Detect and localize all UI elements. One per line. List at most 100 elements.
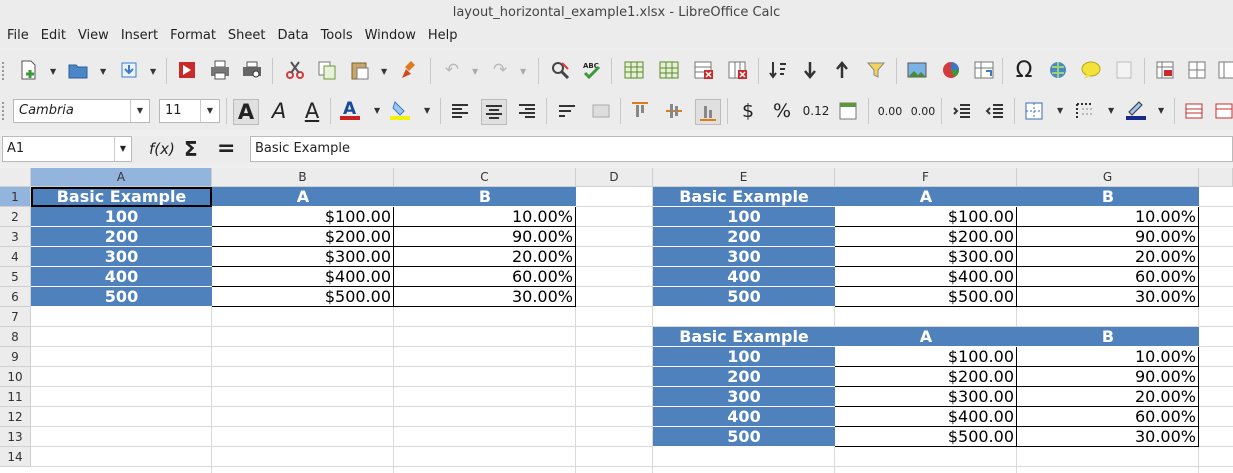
- menu-window[interactable]: Window: [359, 24, 422, 48]
- chevron-down-icon[interactable]: ▼: [130, 100, 149, 122]
- table1-cell[interactable]: $100.00: [212, 207, 394, 227]
- table2-cell[interactable]: $100.00: [835, 207, 1017, 227]
- row-header-5[interactable]: 5: [0, 267, 31, 287]
- table2-cell[interactable]: 30.00%: [1017, 287, 1199, 307]
- print-preview-icon[interactable]: [240, 58, 264, 82]
- open-folder-icon[interactable]: [66, 58, 90, 82]
- menu-help[interactable]: Help: [422, 24, 464, 48]
- table1-cell[interactable]: 10.00%: [394, 207, 576, 227]
- row-header-9[interactable]: 9: [0, 347, 31, 367]
- align-center-icon[interactable]: [481, 99, 507, 125]
- table3-cell[interactable]: 500: [653, 427, 835, 447]
- pivot-table-icon[interactable]: [972, 58, 996, 82]
- table2-header-cell[interactable]: B: [1017, 187, 1199, 207]
- cut-icon[interactable]: [283, 58, 307, 82]
- redo-icon[interactable]: ↷: [488, 58, 512, 82]
- border-style-dropdown-icon[interactable]: ▼: [1108, 106, 1114, 115]
- table2-cell[interactable]: $500.00: [835, 287, 1017, 307]
- table1-cell[interactable]: 90.00%: [394, 227, 576, 247]
- table3-header-cell[interactable]: B: [1017, 327, 1199, 347]
- table3-header-cell[interactable]: Basic Example: [653, 327, 835, 347]
- table3-cell[interactable]: 300: [653, 387, 835, 407]
- row-header-12[interactable]: 12: [0, 407, 31, 427]
- table3-cell[interactable]: $400.00: [835, 407, 1017, 427]
- row-header-11[interactable]: 11: [0, 387, 31, 407]
- sort-icon[interactable]: [766, 58, 790, 82]
- function-wizard-button[interactable]: f(x): [149, 138, 175, 160]
- increase-indent-icon[interactable]: [950, 99, 974, 123]
- table3-cell[interactable]: 200: [653, 367, 835, 387]
- column-header-b[interactable]: B: [212, 168, 394, 187]
- underline-icon[interactable]: A: [300, 99, 324, 123]
- chevron-down-icon[interactable]: ▼: [114, 137, 131, 161]
- number-format-button[interactable]: 0.12: [801, 99, 831, 123]
- center-vertically-icon[interactable]: [662, 99, 686, 123]
- table2-cell[interactable]: 500: [653, 287, 835, 307]
- table1-cell[interactable]: $400.00: [212, 267, 394, 287]
- table3-cell[interactable]: $100.00: [835, 347, 1017, 367]
- border-color-icon[interactable]: [1124, 97, 1148, 121]
- select-all-corner[interactable]: [0, 168, 31, 187]
- table2-cell[interactable]: 400: [653, 267, 835, 287]
- undo-dropdown-icon[interactable]: ▼: [472, 67, 478, 76]
- align-right-icon[interactable]: [515, 99, 539, 123]
- font-color-dropdown-icon[interactable]: ▼: [374, 106, 380, 115]
- row-header-14[interactable]: 14: [0, 447, 31, 467]
- save-icon[interactable]: [117, 58, 141, 82]
- table1-header-cell[interactable]: A: [212, 187, 394, 207]
- table1-cell[interactable]: $500.00: [212, 287, 394, 307]
- headers-footers-icon[interactable]: [1112, 58, 1136, 82]
- table2-cell[interactable]: $200.00: [835, 227, 1017, 247]
- export-pdf-icon[interactable]: [175, 58, 199, 82]
- table2-header-cell[interactable]: Basic Example: [653, 187, 835, 207]
- align-left-icon[interactable]: [448, 99, 472, 123]
- italic-icon[interactable]: A: [267, 99, 291, 123]
- table1-cell[interactable]: $200.00: [212, 227, 394, 247]
- delete-row-icon[interactable]: [692, 58, 716, 82]
- spelling-icon[interactable]: ABC: [580, 58, 604, 82]
- currency-format-button[interactable]: $: [736, 99, 760, 123]
- column-header-c[interactable]: C: [394, 168, 576, 187]
- row-header-4[interactable]: 4: [0, 247, 31, 267]
- row-header-6[interactable]: 6: [0, 287, 31, 307]
- table1-header-cell[interactable]: Basic Example: [31, 187, 212, 207]
- table3-cell[interactable]: 100: [653, 347, 835, 367]
- sort-ascending-icon[interactable]: [798, 58, 822, 82]
- copy-icon[interactable]: [315, 58, 339, 82]
- column-header-h[interactable]: [1199, 168, 1233, 187]
- table3-cell[interactable]: $300.00: [835, 387, 1017, 407]
- table3-header-cell[interactable]: A: [835, 327, 1017, 347]
- table3-cell[interactable]: 90.00%: [1017, 367, 1199, 387]
- table2-cell[interactable]: 90.00%: [1017, 227, 1199, 247]
- image-icon[interactable]: [905, 58, 929, 82]
- table2-cell[interactable]: 100: [653, 207, 835, 227]
- table3-cell[interactable]: 20.00%: [1017, 387, 1199, 407]
- table1-cell[interactable]: 20.00%: [394, 247, 576, 267]
- paste-icon[interactable]: [348, 58, 372, 82]
- table2-cell[interactable]: $300.00: [835, 247, 1017, 267]
- table3-cell[interactable]: 10.00%: [1017, 347, 1199, 367]
- sort-descending-icon[interactable]: [830, 58, 854, 82]
- table2-cell[interactable]: 20.00%: [1017, 247, 1199, 267]
- formula-input[interactable]: Basic Example: [250, 136, 1233, 162]
- highlight-dropdown-icon[interactable]: ▼: [424, 106, 430, 115]
- more-toolbar-icon[interactable]: [1215, 58, 1233, 82]
- table1-cell[interactable]: 500: [31, 287, 212, 307]
- table1-cell[interactable]: 100: [31, 207, 212, 227]
- row-header-10[interactable]: 10: [0, 367, 31, 387]
- menu-view[interactable]: View: [72, 24, 115, 48]
- print-icon[interactable]: [208, 58, 232, 82]
- chevron-down-icon[interactable]: ▼: [200, 100, 219, 122]
- table3-cell[interactable]: 60.00%: [1017, 407, 1199, 427]
- align-top-icon[interactable]: [628, 99, 652, 123]
- font-size-box[interactable]: 11 ▼: [159, 99, 220, 123]
- table1-cell[interactable]: 60.00%: [394, 267, 576, 287]
- menu-format[interactable]: Format: [164, 24, 222, 48]
- undo-icon[interactable]: ↶: [440, 58, 464, 82]
- menu-edit[interactable]: Edit: [35, 24, 72, 48]
- new-dropdown-icon[interactable]: ▼: [50, 67, 56, 76]
- highlight-color-icon[interactable]: [388, 97, 412, 121]
- border-color-dropdown-icon[interactable]: ▼: [1158, 106, 1164, 115]
- menu-data[interactable]: Data: [272, 24, 315, 48]
- delete-decimal-button[interactable]: 0.00: [908, 99, 938, 123]
